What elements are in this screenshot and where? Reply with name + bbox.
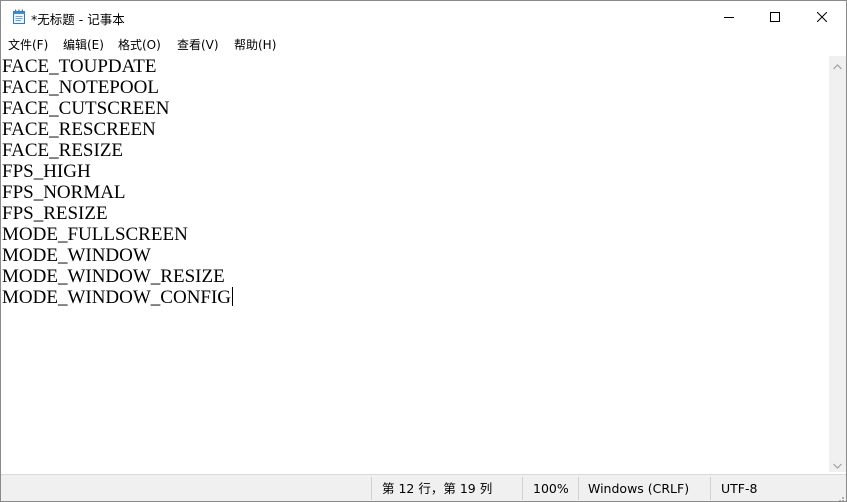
text-editor[interactable]: FACE_TOUPDATE FACE_NOTEPOOL FACE_CUTSCRE… — [1, 56, 829, 472]
editor-line: FPS_RESIZE — [2, 203, 108, 224]
minimize-button[interactable] — [705, 1, 752, 32]
editor-line: FACE_TOUPDATE — [2, 56, 157, 77]
editor-line: FACE_CUTSCREEN — [2, 98, 170, 119]
scrollbar-track[interactable] — [829, 73, 846, 455]
chevron-down-icon — [833, 454, 842, 473]
vertical-scrollbar[interactable] — [829, 56, 846, 472]
scroll-up-button[interactable] — [829, 56, 846, 73]
status-divider — [710, 477, 711, 500]
editor-line: MODE_WINDOW_RESIZE — [2, 266, 225, 287]
status-divider — [522, 477, 523, 500]
chevron-up-icon — [833, 55, 842, 74]
menu-help[interactable]: 帮助(H) — [234, 36, 276, 53]
status-divider — [578, 477, 579, 500]
close-icon — [816, 7, 827, 26]
zoom-level: 100% — [533, 481, 569, 496]
editor-line: FACE_NOTEPOOL — [2, 77, 159, 98]
scroll-down-button[interactable] — [829, 455, 846, 472]
title-bar[interactable]: *无标题 - 记事本 — [1, 1, 846, 32]
text-caret — [232, 287, 234, 306]
window-title: *无标题 - 记事本 — [31, 12, 125, 27]
editor-line-current: MODE_WINDOW_CONFIG — [2, 287, 234, 308]
editor-lines: FACE_TOUPDATE FACE_NOTEPOOL FACE_CUTSCRE… — [2, 56, 234, 308]
editor-line: FPS_HIGH — [2, 161, 91, 182]
menu-file[interactable]: 文件(F) — [8, 36, 48, 53]
editor-line: MODE_WINDOW — [2, 245, 151, 266]
notepad-icon — [12, 9, 26, 24]
line-ending: Windows (CRLF) — [588, 481, 690, 496]
encoding: UTF-8 — [721, 481, 758, 496]
editor-line: FACE_RESCREEN — [2, 119, 156, 140]
editor-line: FPS_NORMAL — [2, 182, 126, 203]
menu-format[interactable]: 格式(O) — [118, 36, 161, 53]
editor-line: MODE_FULLSCREEN — [2, 224, 188, 245]
editor-line: FACE_RESIZE — [2, 140, 124, 161]
notepad-window: *无标题 - 记事本 文件(F) 编辑(E) 格式(O) 查看(V) 帮助(H)… — [0, 0, 847, 502]
cursor-position: 第 12 行，第 19 列 — [382, 481, 493, 496]
minimize-icon — [723, 7, 734, 26]
close-button[interactable] — [798, 1, 845, 32]
resize-grip-icon[interactable] — [834, 490, 844, 501]
current-line-text: MODE_WINDOW_CONFIG — [2, 287, 232, 308]
menu-edit[interactable]: 编辑(E) — [63, 36, 104, 53]
maximize-icon — [769, 7, 780, 26]
menu-view[interactable]: 查看(V) — [177, 36, 219, 53]
menu-bar: 文件(F) 编辑(E) 格式(O) 查看(V) 帮助(H) — [1, 33, 846, 54]
status-divider — [371, 477, 372, 500]
maximize-button[interactable] — [751, 1, 798, 32]
status-bar: 第 12 行，第 19 列 100% Windows (CRLF) UTF-8 — [1, 474, 846, 501]
